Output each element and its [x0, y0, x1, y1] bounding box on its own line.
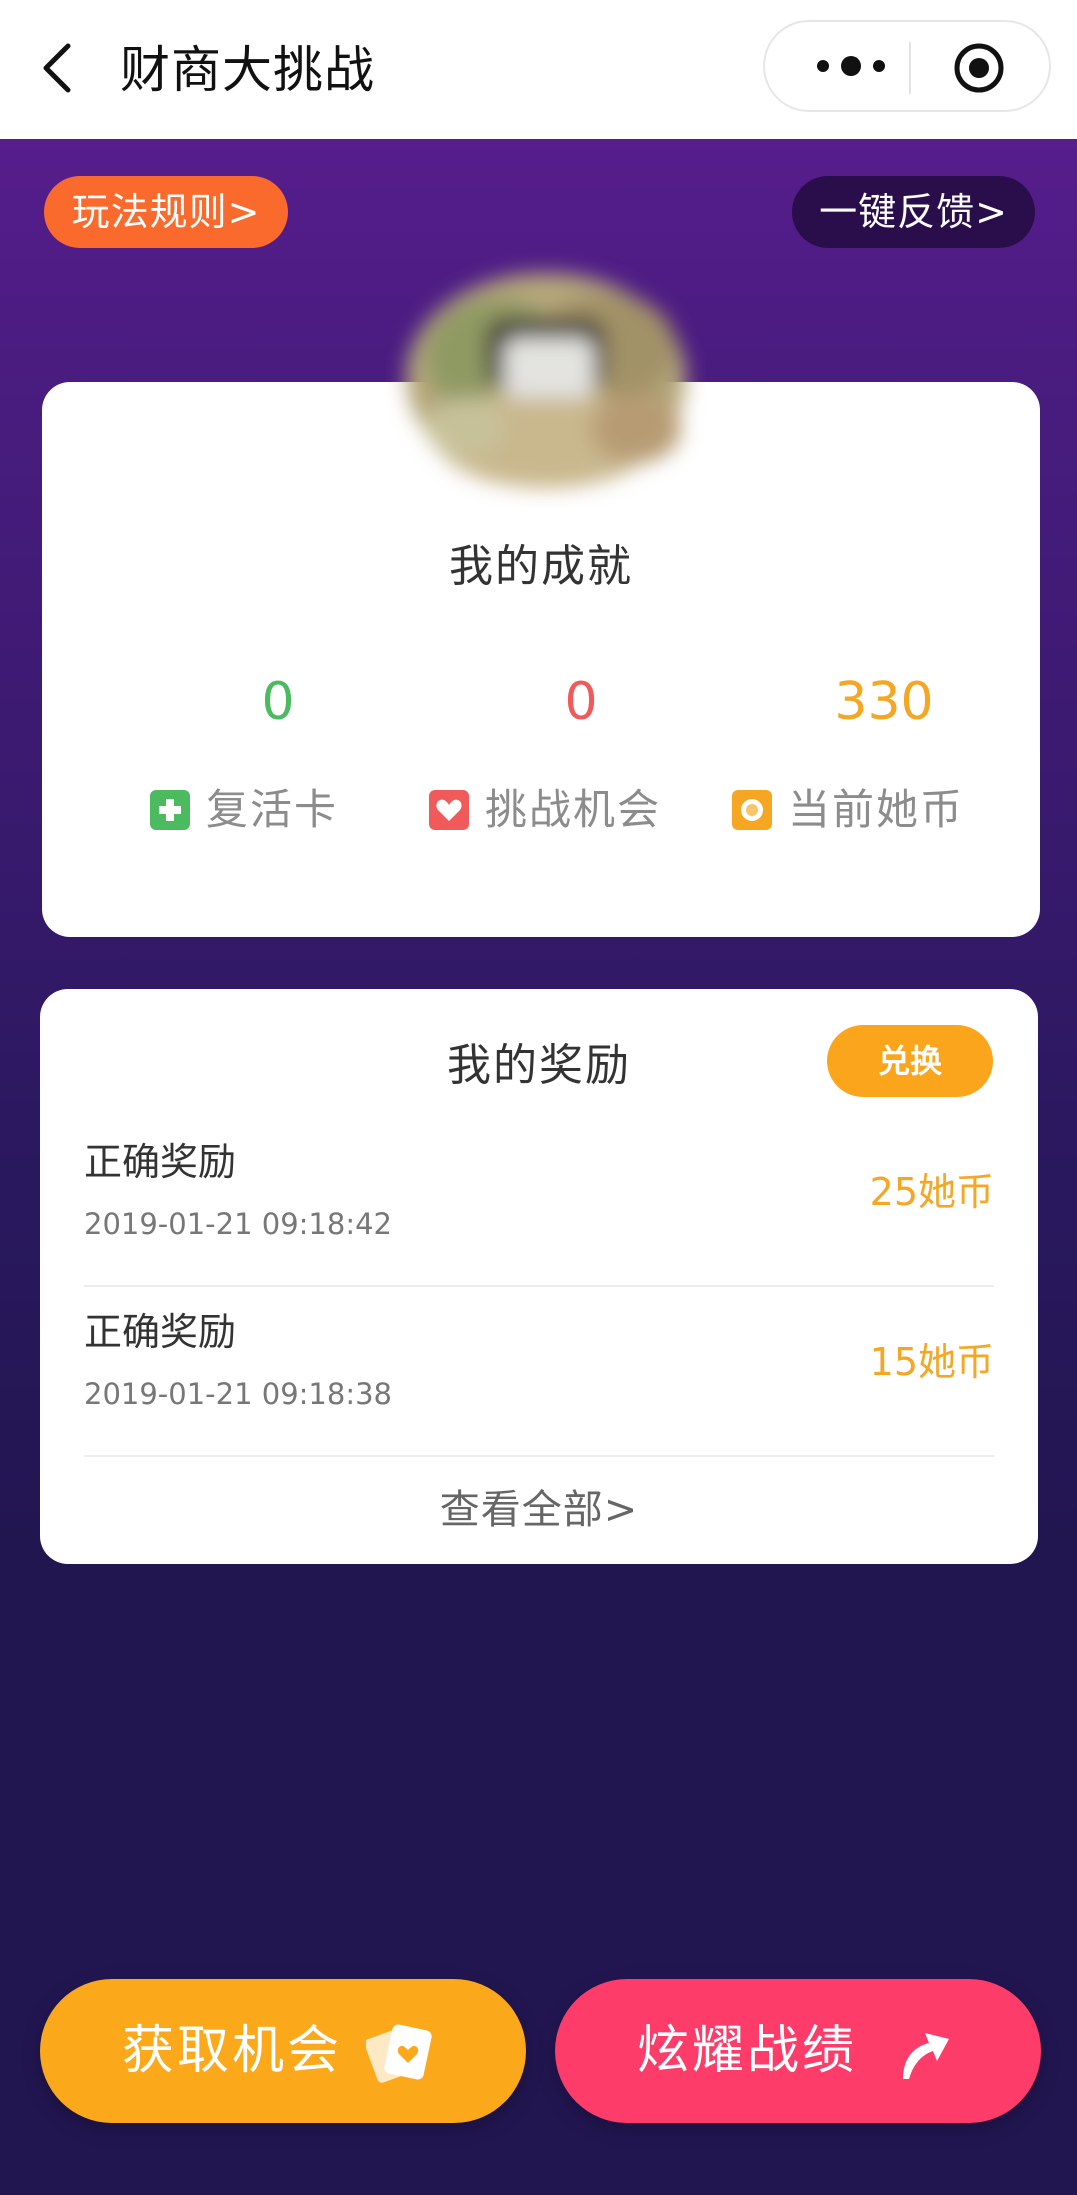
rules-button[interactable]: 玩法规则>	[44, 176, 288, 248]
coin-balance-label: 当前她币	[732, 782, 972, 838]
reward-amount: 25她币	[869, 1170, 994, 1214]
heart-icon	[429, 790, 469, 830]
view-all-link[interactable]: 查看全部>	[40, 1477, 1038, 1535]
show-off-button[interactable]: 炫耀战绩	[555, 1979, 1041, 2123]
reward-name: 正确奖励	[84, 1310, 237, 1354]
challenge-chance-label: 挑战机会	[429, 782, 669, 838]
back-arrow-icon[interactable]	[36, 38, 88, 98]
more-dots-icon[interactable]	[801, 44, 901, 88]
reward-time: 2019-01-21 09:18:42	[84, 1207, 392, 1241]
page-title: 财商大挑战	[120, 41, 375, 99]
reward-amount: 15她币	[869, 1340, 994, 1384]
revive-card-count: 0	[261, 672, 295, 732]
feedback-button[interactable]: 一键反馈>	[792, 176, 1035, 248]
reward-name: 正确奖励	[84, 1140, 237, 1184]
coin-icon	[732, 790, 772, 830]
avatar	[406, 273, 686, 488]
mini-program-capsule	[763, 20, 1051, 112]
divider	[84, 1455, 994, 1457]
plus-card-icon	[150, 790, 190, 830]
exchange-button[interactable]: 兑换	[827, 1025, 993, 1097]
get-chance-label: 获取机会	[122, 2021, 343, 2081]
list-item: 正确奖励 2019-01-21 09:18:42 25她币	[84, 1117, 994, 1287]
rewards-card: 我的奖励 兑换 正确奖励 2019-01-21 09:18:42 25她币 正确…	[40, 989, 1038, 1564]
show-off-label: 炫耀战绩	[637, 2021, 858, 2081]
achievements-title: 我的成就	[449, 541, 633, 592]
share-arrow-icon	[903, 2033, 949, 2079]
list-item: 正确奖励 2019-01-21 09:18:38 15她币	[84, 1287, 994, 1457]
challenge-chance-count: 0	[564, 672, 598, 732]
target-circle-icon[interactable]	[953, 42, 1005, 94]
coin-balance-count: 330	[834, 672, 934, 732]
capsule-divider	[909, 42, 911, 94]
get-chance-button[interactable]: 获取机会	[40, 1979, 526, 2123]
revive-card-label: 复活卡	[150, 782, 350, 838]
navigation-bar: 财商大挑战	[0, 0, 1077, 139]
cards-heart-icon	[366, 2024, 432, 2083]
reward-time: 2019-01-21 09:18:38	[84, 1377, 392, 1411]
